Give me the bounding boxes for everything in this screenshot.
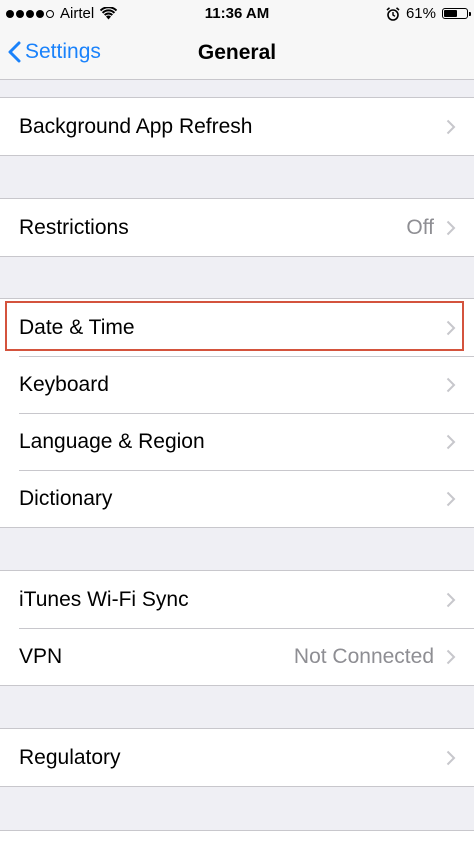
row-restrictions[interactable]: Restrictions Off bbox=[0, 199, 474, 256]
settings-group-background: Background App Refresh bbox=[0, 97, 474, 156]
battery-level bbox=[444, 10, 458, 17]
row-date-time[interactable]: Date & Time bbox=[0, 299, 474, 356]
navigation-bar: Settings General bbox=[0, 28, 474, 80]
row-background-app-refresh[interactable]: Background App Refresh bbox=[0, 98, 474, 155]
chevron-right-icon bbox=[446, 220, 456, 235]
row-label: iTunes Wi-Fi Sync bbox=[19, 587, 189, 611]
settings-group-datetime: Date & Time Keyboard Language & Region D… bbox=[0, 298, 474, 528]
chevron-right-icon bbox=[446, 649, 456, 664]
row-keyboard[interactable]: Keyboard bbox=[0, 356, 474, 413]
row-value: Off bbox=[406, 215, 434, 239]
alarm-icon bbox=[386, 6, 400, 21]
row-label: Regulatory bbox=[19, 745, 121, 769]
chevron-right-icon bbox=[446, 491, 456, 506]
row-value: Not Connected bbox=[293, 644, 434, 668]
chevron-right-icon bbox=[446, 592, 456, 607]
settings-group-network: iTunes Wi-Fi Sync VPN Not Connected bbox=[0, 570, 474, 686]
battery-percentage: 61% bbox=[405, 5, 436, 22]
row-label: Dictionary bbox=[19, 486, 113, 510]
settings-group-next bbox=[0, 830, 474, 842]
status-right: 61% bbox=[386, 5, 471, 22]
chevron-right-icon bbox=[446, 119, 456, 134]
chevron-right-icon bbox=[446, 434, 456, 449]
row-vpn[interactable]: VPN Not Connected bbox=[0, 628, 474, 685]
row-label: Language & Region bbox=[19, 429, 205, 453]
settings-group-restrictions: Restrictions Off bbox=[0, 198, 474, 257]
settings-group-regulatory: Regulatory bbox=[0, 728, 474, 787]
battery-icon bbox=[442, 8, 471, 19]
chevron-right-icon bbox=[446, 750, 456, 765]
row-label: Keyboard bbox=[19, 372, 109, 396]
row-language-region[interactable]: Language & Region bbox=[0, 413, 474, 470]
chevron-right-icon bbox=[446, 320, 456, 335]
row-label: Date & Time bbox=[19, 315, 135, 339]
chevron-right-icon bbox=[446, 377, 456, 392]
row-label: Restrictions bbox=[19, 215, 129, 239]
row-dictionary[interactable]: Dictionary bbox=[0, 470, 474, 527]
status-bar: Airtel 11:36 AM 61% bbox=[0, 0, 474, 28]
row-regulatory[interactable]: Regulatory bbox=[0, 729, 474, 786]
page-title: General bbox=[197, 41, 277, 64]
row-label: VPN bbox=[19, 644, 63, 668]
row-label: Background App Refresh bbox=[19, 114, 253, 138]
row-itunes-wifi-sync[interactable]: iTunes Wi-Fi Sync bbox=[0, 571, 474, 628]
